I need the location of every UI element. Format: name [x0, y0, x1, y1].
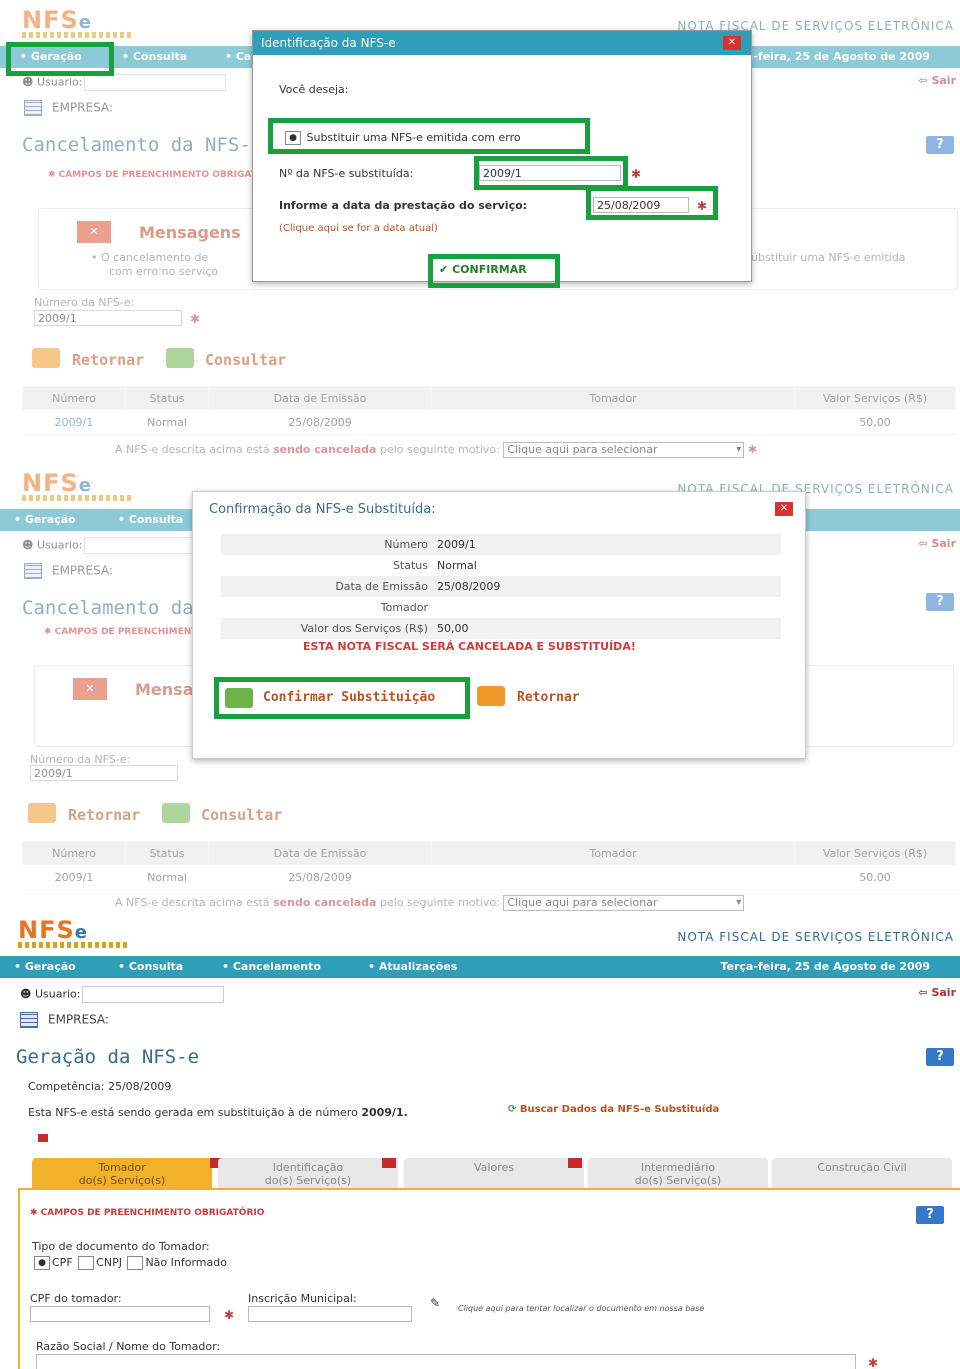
close-icon[interactable]: ✕ [723, 36, 741, 50]
current-date: Terça-feira, 25 de Agosto de 2009 [720, 960, 930, 973]
doc-type-options: ● CPF CNPJ Não Informado [32, 1256, 227, 1270]
menu-cancelamento[interactable]: • Cancelamento [222, 960, 321, 973]
search-substituted-link[interactable]: ⟳ Buscar Dados da NFS-e Substituída [508, 1104, 719, 1115]
menu-geracao[interactable]: • Geração [14, 960, 76, 973]
cancel-warning: ESTA NOTA FISCAL SERÁ CANCELADA E SUBSTI… [303, 640, 636, 653]
menu-bar: • Geração • Consulta • Cancelamento • At… [0, 956, 960, 978]
highlight-confirm [428, 254, 560, 288]
menu-atualizacoes[interactable]: • Atualizações [368, 960, 457, 973]
tab-identificacao[interactable]: Identificação do(s) Serviço(s) [218, 1158, 398, 1188]
site-title: NOTA FISCAL DE SERVIÇOS ELETRÔNICA [677, 930, 954, 944]
cpf-label: CPF do tomador: [30, 1292, 122, 1305]
tab-valores[interactable]: Valores [404, 1158, 584, 1188]
tab-bar: Tomador do(s) Serviço(s) Identificação do(… [32, 1158, 952, 1188]
razao-label: Razão Social / Nome do Tomador: [36, 1340, 221, 1353]
logout-button[interactable]: ⇦ Sair [918, 986, 956, 999]
return-button[interactable]: Retornar [517, 690, 580, 705]
pencil-icon[interactable]: ✎ [430, 1296, 440, 1310]
today-link[interactable]: (Clique aqui se for a data atual) [279, 223, 438, 234]
help-icon[interactable]: ? [916, 1206, 944, 1224]
confirmation-table: Número 2009/1 Status Normal Data de Emissã… [221, 534, 781, 639]
help-icon[interactable]: ? [926, 1048, 954, 1066]
substitution-note: Esta NFS-e está sendo gerada em substitu… [28, 1106, 408, 1119]
required-mark: ✱ [224, 1308, 235, 1322]
highlight-substituted [474, 156, 628, 190]
return-icon[interactable] [477, 686, 505, 706]
tab-intermediario[interactable]: Intermediário do(s) Serviço(s) [588, 1158, 768, 1188]
required-mark: ✱ [631, 167, 642, 181]
tab-tomador[interactable]: Tomador do(s) Serviço(s) [32, 1158, 224, 1188]
service-date-label: Informe a data da prestação do serviço: [279, 199, 528, 212]
radio-nao-informado[interactable] [127, 1256, 144, 1270]
dialog-question: Você deseja: [279, 83, 349, 96]
required-mark: ✱ [868, 1356, 879, 1369]
competencia: Competência: 25/08/2009 [28, 1080, 172, 1093]
highlight-date [586, 186, 718, 220]
highlight-geracao [6, 42, 114, 76]
tomador-form: ✱ CAMPOS DE PREENCHIMENTO OBRIGATÓRIO ? … [18, 1188, 960, 1369]
close-icon[interactable]: ✕ [775, 502, 793, 516]
page-title: Geração da NFS-e [16, 1046, 200, 1068]
tab-construcao[interactable]: Construção Civil [772, 1158, 952, 1188]
screen-geracao: NFSe NOTA FISCAL DE SERVIÇOS ELETRÔNICA … [0, 916, 960, 1369]
highlight-option [268, 118, 590, 154]
screen-confirmacao: NFSe NOTA FISCAL DE SERVIÇOS ELETRÔNICA … [0, 463, 960, 915]
nfse-logo: NFSe [18, 916, 128, 948]
lookup-hint[interactable]: Clique aqui para tentar localizar o docu… [458, 1304, 704, 1313]
required-note: ✱ CAMPOS DE PREENCHIMENTO OBRIGATÓRIO [30, 1208, 265, 1218]
razao-input[interactable] [36, 1354, 856, 1369]
screen-cancelamento: NFSe NOTA FISCAL DE SERVIÇOS ELETRÔNICA … [0, 0, 960, 462]
im-label: Inscrição Municipal: [248, 1292, 357, 1305]
doc-type-label: Tipo de documento do Tomador: [32, 1240, 210, 1253]
flag-icon [38, 1134, 48, 1142]
highlight-confirm-substitution [214, 677, 470, 719]
user-icon: ☻ [20, 987, 32, 1001]
im-input[interactable] [248, 1306, 412, 1322]
substituted-label: Nº da NFS-e substituída: [279, 167, 414, 180]
dialog-title: Identificação da NFS-e [253, 31, 751, 55]
user-row: ☻ Usuario: [20, 986, 225, 1003]
cpf-input[interactable] [30, 1306, 210, 1322]
radio-cpf[interactable]: ● [34, 1256, 50, 1270]
radio-cnpj[interactable] [78, 1256, 95, 1270]
dialog-title: Confirmação da NFS-e Substituída: [209, 502, 436, 517]
menu-consulta[interactable]: • Consulta [118, 960, 183, 973]
company-row: EMPRESA: [20, 1012, 109, 1028]
